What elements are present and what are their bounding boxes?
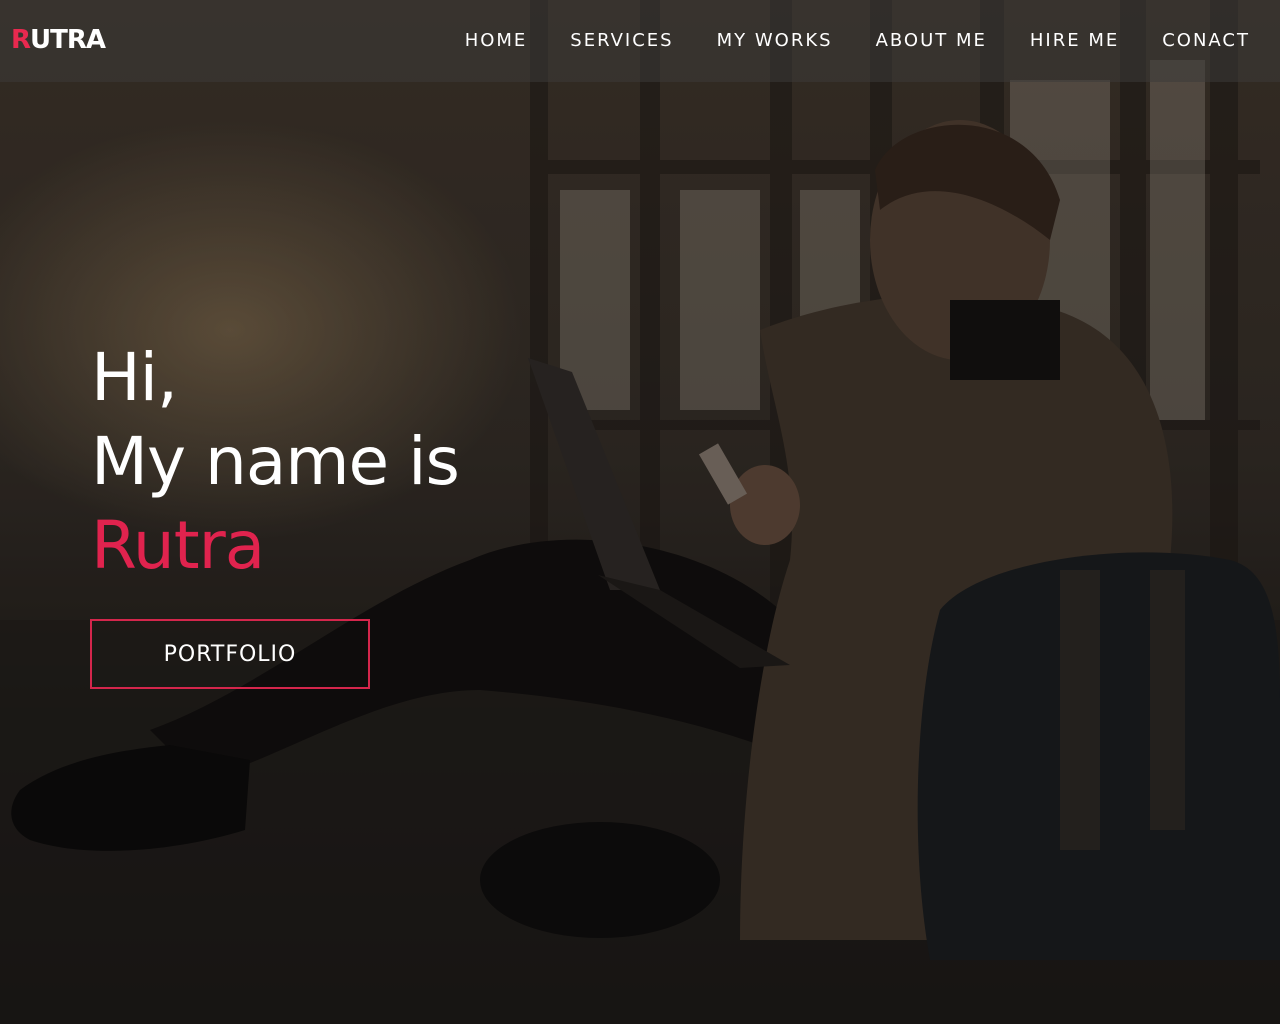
nav-item-home[interactable]: HOME	[465, 30, 528, 52]
hero-section: RUTRA HOME SERVICES MY WORKS ABOUT ME HI…	[0, 0, 1280, 1024]
brand-logo-first-letter: R	[11, 25, 31, 55]
nav-item-contact[interactable]: CONACT	[1162, 30, 1250, 52]
nav-item-services[interactable]: SERVICES	[570, 30, 673, 52]
brand-logo-rest: UTRA	[30, 25, 106, 55]
nav-item-about-me[interactable]: ABOUT ME	[876, 30, 987, 52]
nav-item-my-works[interactable]: MY WORKS	[717, 30, 833, 52]
hero-headline: Hi, My name is Rutra	[91, 336, 460, 588]
main-nav: HOME SERVICES MY WORKS ABOUT ME HIRE ME …	[422, 30, 1250, 52]
portfolio-button[interactable]: PORTFOLIO	[90, 619, 370, 689]
top-navbar: RUTRA HOME SERVICES MY WORKS ABOUT ME HI…	[0, 0, 1280, 82]
nav-item-hire-me[interactable]: HIRE ME	[1030, 30, 1119, 52]
hero-name: Rutra	[91, 507, 265, 584]
hero-greeting: Hi,	[91, 339, 178, 416]
hero-intro: My name is	[91, 423, 460, 500]
brand-logo[interactable]: RUTRA	[11, 24, 106, 56]
